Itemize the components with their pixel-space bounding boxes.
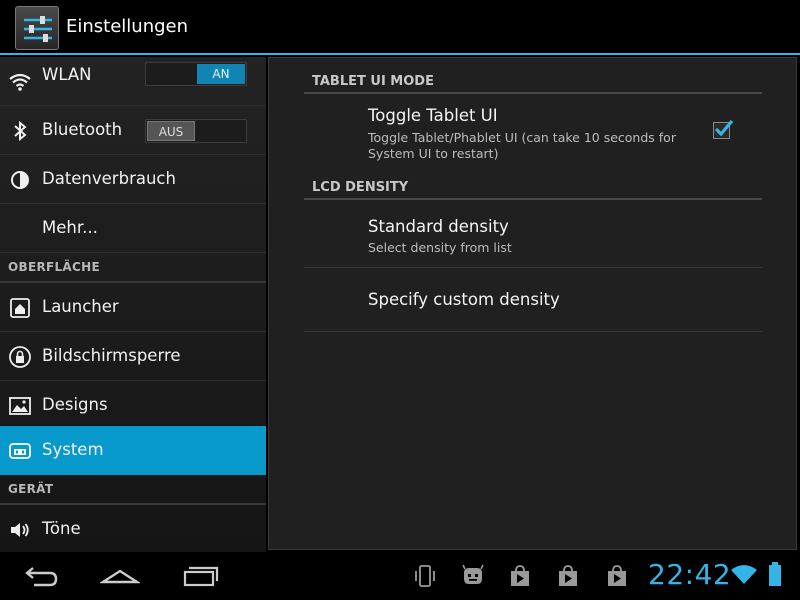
section-label: OBERFLÄCHE: [8, 260, 100, 274]
category-lcd-density: LCD DENSITY: [304, 174, 762, 200]
pref-standard-density[interactable]: Standard density Select density from lis…: [304, 201, 762, 268]
header-label: Designs: [42, 395, 108, 414]
pref-title: Specify custom density: [368, 290, 560, 309]
lockscreen-icon: [9, 346, 31, 368]
battery-icon: [769, 562, 781, 586]
header-launcher[interactable]: Launcher: [0, 283, 266, 332]
system-icon: [9, 443, 31, 459]
section-header-device: GERÄT: [0, 475, 266, 505]
vibrate-icon: [415, 565, 435, 587]
data-usage-icon: [11, 171, 29, 189]
wifi-signal-icon: [731, 565, 757, 584]
action-bar: Einstellungen: [0, 0, 800, 55]
play-store-icon: [608, 565, 626, 586]
bluetooth-icon: [14, 120, 27, 142]
sound-icon: [11, 523, 29, 537]
section-label: GERÄT: [8, 482, 54, 496]
switch-thumb: AN: [197, 64, 245, 84]
recent-apps-button[interactable]: [182, 560, 222, 590]
category-label: TABLET UI MODE: [312, 74, 434, 89]
category-tablet-ui-mode: TABLET UI MODE: [304, 68, 762, 94]
home-button[interactable]: [100, 560, 140, 590]
switch-thumb: AUS: [147, 121, 195, 141]
header-label: Bildschirmsperre: [42, 346, 181, 365]
header-label: Töne: [42, 519, 81, 538]
launcher-icon: [10, 298, 30, 318]
header-system[interactable]: System: [0, 426, 266, 475]
header-bluetooth[interactable]: Bluetooth AUS: [0, 106, 266, 155]
wlan-switch[interactable]: AN: [145, 62, 247, 86]
preference-pane: TABLET UI MODE Toggle Tablet UI Toggle T…: [268, 57, 797, 550]
header-label: Bluetooth: [42, 120, 123, 139]
header-label: Mehr...: [42, 218, 98, 237]
category-label: LCD DENSITY: [312, 180, 409, 195]
pref-summary: Toggle Tablet/Phablet UI (can take 10 se…: [368, 130, 676, 161]
header-sound[interactable]: Töne: [0, 505, 266, 552]
header-label: WLAN: [42, 65, 92, 84]
page-title: Einstellungen: [66, 16, 189, 37]
pref-summary: Select density from list: [368, 240, 512, 255]
pref-title: Toggle Tablet UI: [368, 106, 498, 125]
cyanogenmod-icon: [462, 564, 484, 584]
pref-custom-density[interactable]: Specify custom density: [304, 268, 762, 332]
bluetooth-switch[interactable]: AUS: [145, 119, 247, 143]
themes-icon: [9, 397, 31, 415]
checkmark-icon: [714, 119, 734, 137]
header-label: System: [42, 440, 104, 459]
pref-title: Standard density: [368, 217, 509, 236]
settings-app-icon[interactable]: [15, 6, 59, 50]
wifi-icon: [9, 73, 31, 91]
sliders-icon: [24, 16, 52, 42]
header-data-usage[interactable]: Datenverbrauch: [0, 155, 266, 204]
header-wlan[interactable]: WLAN AN: [0, 57, 266, 106]
tablet-ui-checkbox[interactable]: [713, 119, 734, 139]
header-more[interactable]: Mehr...: [0, 204, 266, 253]
header-label: Launcher: [42, 297, 119, 316]
header-label: Datenverbrauch: [42, 169, 176, 188]
play-store-icon: [559, 565, 577, 586]
back-button[interactable]: [20, 560, 60, 590]
system-bar: 22:42: [0, 552, 800, 600]
pref-toggle-tablet-ui[interactable]: Toggle Tablet UI Toggle Tablet/Phablet U…: [304, 95, 762, 163]
play-store-icon: [511, 565, 529, 586]
status-clock[interactable]: 22:42: [648, 558, 731, 591]
settings-header-list: WLAN AN Bluetooth AUS Datenverbrauch Meh…: [0, 57, 266, 552]
header-lockscreen[interactable]: Bildschirmsperre: [0, 332, 266, 381]
section-header-interface: OBERFLÄCHE: [0, 253, 266, 283]
header-themes[interactable]: Designs: [0, 381, 266, 430]
